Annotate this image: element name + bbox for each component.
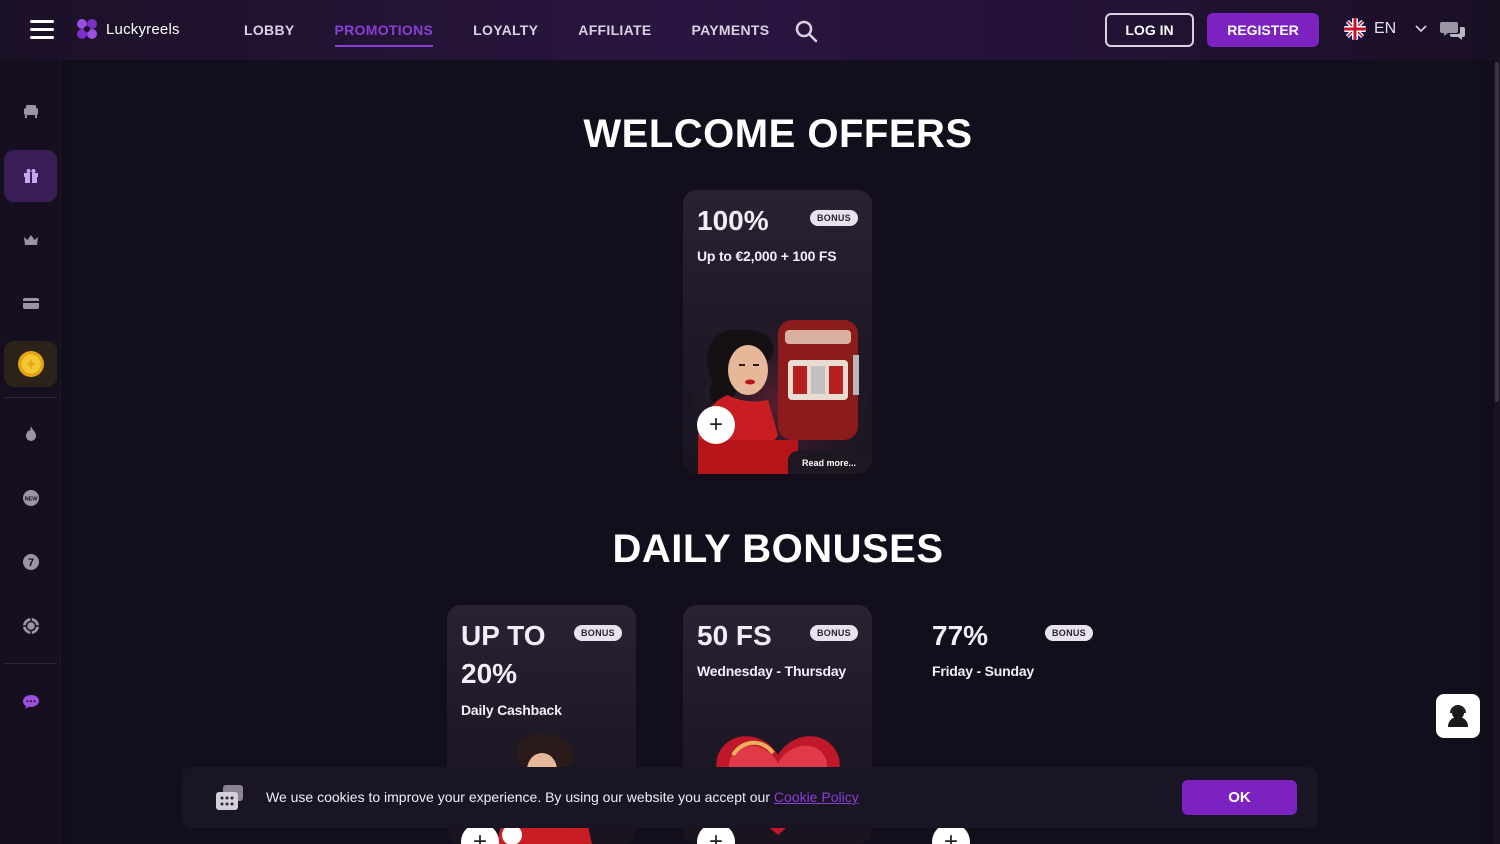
language-code: EN (1374, 20, 1397, 37)
sidebar-item-coin[interactable]: ✦ (4, 341, 57, 387)
offer-headline: 77% (932, 620, 989, 651)
svg-text:✦: ✦ (25, 357, 36, 372)
cookie-icon (216, 785, 243, 810)
support-agent-icon (1448, 705, 1468, 727)
sidebar-item-payments[interactable] (4, 277, 57, 329)
offer-subtitle: Wednesday - Thursday (697, 663, 847, 679)
sidebar-item-lobby[interactable] (4, 85, 57, 137)
bonus-badge: BONUS (809, 210, 858, 226)
uk-flag-icon (1344, 18, 1366, 40)
sidebar-item-new[interactable]: NEW (4, 472, 57, 524)
nav-lobby[interactable]: LOBBY (244, 22, 295, 38)
card-icon (22, 298, 39, 309)
svg-text:NEW: NEW (24, 497, 38, 503)
nav-loyalty[interactable]: LOYALTY (473, 22, 538, 38)
bonus-badge: BONUS (809, 625, 858, 641)
woman-slot-machine-illustration (693, 300, 868, 474)
bonus-badge: BONUS (1044, 625, 1093, 641)
chevron-down-icon (1415, 25, 1427, 33)
welcome-offers-title: WELCOME OFFERS (583, 112, 973, 156)
sidebar-item-loyalty[interactable] (4, 214, 57, 266)
seven-icon: 7 (22, 554, 39, 570)
svg-text:7: 7 (27, 557, 33, 569)
offer-subtitle: Up to €2,000 + 100 FS (697, 248, 837, 264)
new-icon: NEW (22, 490, 39, 506)
login-button[interactable]: LOG IN (1105, 13, 1194, 47)
chip-icon (22, 618, 39, 634)
sidebar-item-slots[interactable]: 7 (4, 536, 57, 588)
sidebar-divider (4, 663, 57, 664)
cookie-banner: We use cookies to improve your experienc… (182, 767, 1318, 828)
clover-logo-icon (77, 19, 97, 39)
crown-icon (23, 235, 38, 245)
chat-bubble-icon (22, 695, 39, 709)
gift-icon (23, 169, 38, 183)
cookie-policy-link[interactable]: Cookie Policy (774, 789, 859, 805)
bonus-badge: BONUS (573, 625, 622, 641)
offer-subtitle: Daily Cashback (461, 702, 562, 718)
nav-affiliate[interactable]: AFFILIATE (578, 22, 651, 38)
cookie-message: We use cookies to improve your experienc… (266, 789, 859, 805)
read-more-link[interactable]: Read more... (787, 451, 872, 474)
nav-payments[interactable]: PAYMENTS (692, 22, 770, 38)
top-navigation-bar: Luckyreels LOBBY PROMOTIONS LOYALTY AFFI… (0, 0, 1500, 60)
language-selector[interactable]: EN (1344, 18, 1428, 40)
sidebar-item-chat[interactable] (4, 676, 57, 728)
nav-promotions[interactable]: PROMOTIONS (334, 22, 434, 47)
live-chat-icon[interactable] (1440, 19, 1466, 41)
cookie-ok-button[interactable]: OK (1182, 780, 1297, 815)
search-icon[interactable] (794, 19, 818, 43)
register-button[interactable]: REGISTER (1207, 13, 1319, 47)
brand-name: Luckyreels (106, 20, 180, 38)
sidebar-item-promotions[interactable] (4, 150, 57, 202)
coin-icon: ✦ (17, 351, 44, 377)
fire-icon (25, 426, 36, 441)
offer-subtitle: Friday - Sunday (932, 663, 1035, 679)
sidebar-item-hot[interactable] (4, 408, 57, 460)
scrollbar-thumb[interactable] (1495, 62, 1499, 402)
expand-plus-icon[interactable]: + (697, 406, 735, 444)
offer-headline: 100% (697, 205, 769, 236)
main-nav: LOBBY PROMOTIONS LOYALTY AFFILIATE PAYME… (244, 0, 769, 60)
sofa-icon (23, 105, 38, 118)
sidebar: ✦ NEW 7 (0, 60, 61, 844)
sidebar-divider (4, 397, 57, 398)
sidebar-item-live[interactable] (4, 600, 57, 652)
brand-logo[interactable]: Luckyreels (76, 18, 180, 40)
support-widget-button[interactable] (1436, 694, 1480, 738)
menu-icon[interactable] (30, 20, 54, 40)
daily-bonuses-title: DAILY BONUSES (612, 527, 944, 571)
offer-headline: 50 FS (697, 620, 772, 651)
offer-headline: UP TO 20% (461, 620, 546, 689)
welcome-offer-card[interactable]: 100% BONUS Up to €2,000 + 100 FS + Read … (683, 190, 872, 474)
